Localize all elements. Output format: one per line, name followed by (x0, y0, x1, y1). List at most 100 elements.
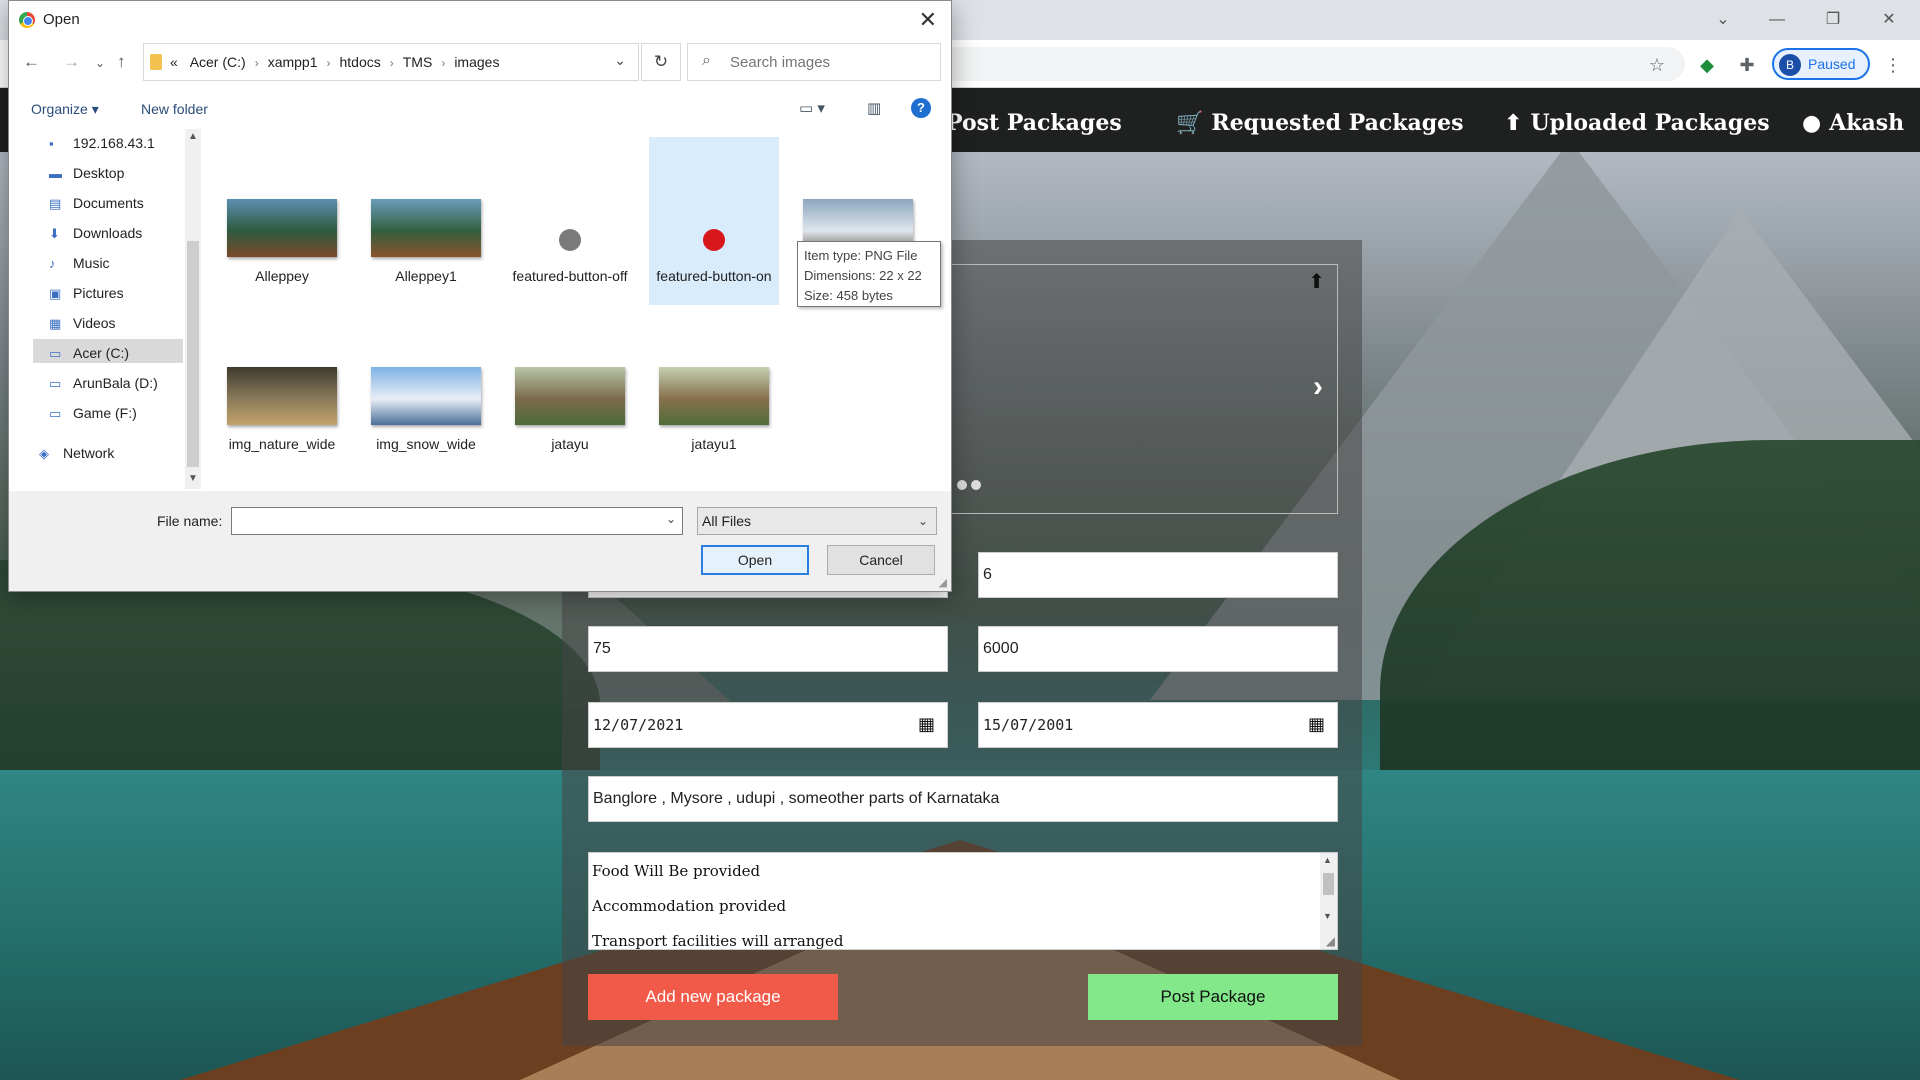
breadcrumb-drive[interactable]: Acer (C:) (190, 54, 246, 70)
breadcrumb-xampp[interactable]: xampp1 (268, 54, 318, 70)
tab-search-icon[interactable]: ⌄ (1700, 6, 1746, 34)
slider-dot[interactable] (971, 480, 981, 490)
restore-button[interactable]: ❐ (1810, 6, 1856, 34)
end-date-input[interactable]: 15/07/2001 ▦ (978, 702, 1338, 748)
tree-item-documents[interactable]: ▤ Documents (49, 195, 144, 212)
file-thumbnail (371, 367, 481, 425)
organize-menu[interactable]: Organize ▾ (31, 101, 99, 118)
change-view-icon[interactable]: ▭ ▾ (799, 99, 825, 117)
file-item[interactable]: jatayu (505, 305, 635, 473)
shield-check-icon[interactable]: ◆ (1694, 52, 1720, 78)
tree-item-drive-d[interactable]: ▭ ArunBala (D:) (49, 375, 158, 392)
file-item[interactable]: img_nature_wide (217, 305, 347, 473)
slider-dots (957, 477, 985, 494)
scroll-up-icon[interactable]: ▲ (188, 131, 198, 142)
chevron-down-icon[interactable]: ⌄ (666, 512, 676, 526)
extension-puzzle-icon[interactable]: ✚ (1734, 52, 1760, 78)
calendar-icon[interactable]: ▦ (918, 703, 935, 747)
new-folder-button[interactable]: New folder (141, 101, 208, 117)
nav-requested-packages[interactable]: 🛒 Requested Packages (1176, 110, 1464, 136)
help-button[interactable]: ? (911, 98, 931, 118)
file-type-select[interactable]: All Files ⌄ (697, 507, 937, 535)
menu-kebab-icon[interactable]: ⋮ (1880, 52, 1906, 78)
persons-input[interactable]: 6 (978, 552, 1338, 598)
resize-grip-icon[interactable]: ◢ (939, 576, 947, 589)
search-box[interactable]: ⌕ (687, 43, 941, 81)
chevron-down-icon[interactable]: ⌄ (614, 52, 626, 69)
dialog-nav-row: ← → ⌄ ↑ « Acer (C:) › xampp1 › htdocs › TMS › im… (9, 43, 951, 83)
tree-item-network[interactable]: ◈ Network (39, 445, 114, 462)
tree-item-label: Desktop (73, 165, 125, 181)
breadcrumb-images[interactable]: images (454, 54, 499, 70)
minimize-button[interactable]: — (1754, 6, 1800, 34)
breadcrumb-overflow[interactable]: « (170, 54, 178, 70)
file-item[interactable]: featured-button-off (505, 137, 635, 305)
back-arrow-icon[interactable]: ← (23, 52, 40, 72)
close-window-button[interactable]: ✕ (1866, 6, 1912, 34)
cancel-button[interactable]: Cancel (827, 545, 935, 575)
tree-item-downloads[interactable]: ⬇ Downloads (49, 225, 142, 242)
forward-arrow-icon[interactable]: → (63, 52, 80, 72)
start-date-input[interactable]: 12/07/2021 ▦ (588, 702, 948, 748)
nav-uploaded-packages[interactable]: ⬆ Uploaded Packages (1504, 110, 1770, 136)
address-bar[interactable] (940, 47, 1685, 81)
tree-item-network-share[interactable]: ▪ 192.168.43.1 (49, 135, 155, 151)
file-name: jatayu (551, 436, 589, 452)
file-item[interactable]: featured-button-on (649, 137, 779, 305)
tree-item-videos[interactable]: ▦ Videos (49, 315, 116, 332)
tree-item-drive-c[interactable]: ▭ Acer (C:) (49, 345, 129, 362)
breadcrumb-htdocs[interactable]: htdocs (340, 54, 381, 70)
close-icon[interactable]: ✕ (919, 7, 937, 33)
open-button[interactable]: Open (701, 545, 809, 575)
file-tooltip: Item type: PNG File Dimensions: 22 x 22 … (797, 241, 941, 307)
file-open-dialog: Open ✕ ← → ⌄ ↑ « Acer (C:) › xampp1 › htdocs… (8, 0, 952, 592)
star-icon[interactable]: ☆ (1644, 52, 1670, 78)
resize-grip-icon[interactable]: ◢ (1326, 934, 1335, 948)
scroll-thumb[interactable] (1323, 873, 1334, 895)
tree-item-label: Videos (73, 315, 116, 331)
breadcrumb-tms[interactable]: TMS (403, 54, 433, 70)
price-input[interactable]: 6000 (978, 626, 1338, 672)
nav-post-packages[interactable]: Post Packages (946, 110, 1122, 136)
profile-button[interactable]: B Paused (1772, 48, 1870, 80)
scroll-thumb[interactable] (187, 241, 199, 467)
up-arrow-icon[interactable]: ↑ (117, 52, 126, 72)
tree-item-drive-f[interactable]: ▭ Game (F:) (49, 405, 137, 422)
file-item[interactable]: jatayu1 (649, 305, 779, 473)
file-name-input[interactable]: ⌄ (231, 507, 683, 535)
tree-item-label: Downloads (73, 225, 143, 241)
search-input[interactable] (730, 52, 930, 72)
tooltip-line: Item type: PNG File (804, 248, 918, 263)
refresh-button[interactable]: ↻ (641, 43, 681, 81)
nav-user-profile[interactable]: ● Akash (1802, 110, 1904, 136)
file-item[interactable]: Alleppey (217, 137, 347, 305)
add-new-package-button[interactable]: Add new package (588, 974, 838, 1020)
path-breadcrumb[interactable]: « Acer (C:) › xampp1 › htdocs › TMS › images ⌄ (143, 43, 639, 81)
tree-item-desktop[interactable]: ▬ Desktop (49, 165, 124, 181)
description-textarea[interactable]: Food Will Be provided Accommodation prov… (588, 852, 1338, 950)
tree-item-pictures[interactable]: ▣ Pictures (49, 285, 124, 302)
places-input[interactable]: Banglore , Mysore , udupi , someother pa… (588, 776, 1338, 822)
description-line: Accommodation provided (592, 897, 787, 915)
tree-item-label: Music (73, 255, 110, 271)
profile-status: Paused (1808, 56, 1856, 72)
file-name: featured-button-on (656, 268, 772, 284)
preview-pane-icon[interactable]: ▥ (867, 99, 881, 117)
file-item[interactable]: img_snow_wide (361, 305, 491, 473)
file-type-value: All Files (702, 513, 752, 529)
recent-locations-chevron-icon[interactable]: ⌄ (95, 56, 105, 70)
scroll-down-icon[interactable]: ▼ (1323, 911, 1332, 921)
tree-item-music[interactable]: ♪ Music (49, 255, 110, 271)
tree-item-label: Game (F:) (73, 405, 137, 421)
scroll-up-icon[interactable]: ▲ (1323, 855, 1332, 865)
post-package-button[interactable]: Post Package (1088, 974, 1338, 1020)
days-input[interactable]: 75 (588, 626, 948, 672)
upload-image-icon[interactable]: ⬆ (1308, 269, 1325, 294)
slider-dot[interactable] (957, 480, 967, 490)
navigation-scrollbar[interactable]: ▲ ▼ (185, 129, 201, 489)
slider-next-button[interactable]: › (1313, 370, 1323, 404)
music-icon: ♪ (49, 256, 56, 271)
scroll-down-icon[interactable]: ▼ (188, 473, 198, 484)
file-item[interactable]: Alleppey1 (361, 137, 491, 305)
calendar-icon[interactable]: ▦ (1308, 703, 1325, 747)
